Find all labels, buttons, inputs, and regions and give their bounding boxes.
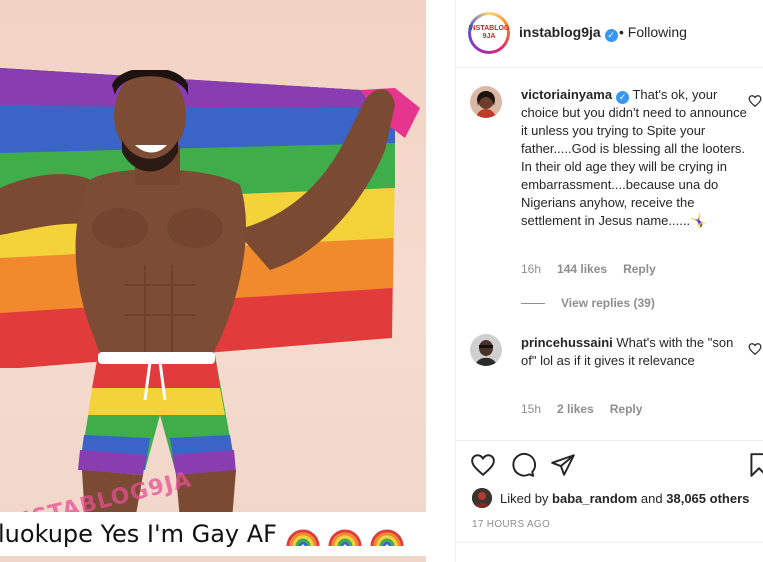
likes-summary: Liked by baba_random and 38,065 others [472,488,749,508]
image-caption-strip: luokupe Yes I'm Gay AF [0,512,426,556]
comment-meta: 15h 2 likes Reply [521,402,642,416]
comment-like-heart-icon[interactable] [748,342,762,356]
comment-meta: 16h 144 likes Reply [521,262,656,276]
liker-avatar[interactable] [472,488,492,508]
comment-reply-button[interactable]: Reply [610,402,643,416]
post-header: INSTABLOG 9JA instablog9ja ✓ • Following [456,0,763,68]
comment-time: 15h [521,402,542,416]
following-button[interactable]: Following [628,24,687,40]
account-username[interactable]: instablog9ja ✓ [519,24,618,42]
view-replies-label[interactable]: View replies (39) [561,296,655,310]
rainbow-icon [286,529,320,546]
commenter-avatar-image [470,334,502,366]
comment-reply-button[interactable]: Reply [623,262,656,276]
comment-username[interactable]: victoriainyama [521,87,612,102]
rainbow-emojis [285,522,405,546]
comment-time: 16h [521,262,542,276]
verified-badge-icon: ✓ [604,29,618,42]
comment-content: victoriainyama ✓ That's ok, your choice b… [521,86,749,230]
account-username-text[interactable]: instablog9ja [519,24,601,40]
post-side-panel: INSTABLOG 9JA instablog9ja ✓ • Following … [456,0,763,562]
comment-likes[interactable]: 144 likes [557,262,607,276]
liked-by-user[interactable]: baba_random [552,491,637,506]
verified-badge-icon: ✓ [616,91,630,104]
rainbow-icon [370,529,404,546]
separator-dot: • [619,24,624,40]
commenter-avatar-image [470,86,502,118]
view-replies-button[interactable]: View replies (39) [521,296,655,310]
post-actions [470,452,763,480]
liked-by-and: and [640,490,663,506]
view-replies-line [521,302,545,304]
heart-icon[interactable] [470,452,496,478]
actions-divider [456,440,763,441]
bookmark-icon[interactable] [746,452,763,478]
follow-status[interactable]: • Following [619,24,687,40]
liker-avatar-image [472,488,492,508]
bottom-divider [456,542,763,543]
account-avatar[interactable]: INSTABLOG 9JA [468,12,510,54]
comment-content: princehussaini What's with the "son of" … [521,334,749,370]
post-image[interactable]: INSTABLOG9JA luokupe Yes I'm Gay AF [0,0,426,562]
share-icon[interactable] [550,452,576,478]
liked-by-others[interactable]: 38,065 others [666,491,749,506]
comment-like-heart-icon[interactable] [748,94,762,108]
account-avatar-logo: INSTABLOG 9JA [469,15,509,51]
image-caption-text: luokupe Yes I'm Gay AF [0,520,277,548]
commenter-avatar[interactable] [470,86,502,118]
comment-likes[interactable]: 2 likes [557,402,594,416]
comment-username[interactable]: princehussaini [521,335,613,350]
rainbow-icon [328,529,362,546]
comment-icon[interactable] [510,452,536,478]
comment-text: That's ok, your choice but you didn't ne… [521,87,747,228]
man-figure [0,70,395,520]
post-timestamp[interactable]: 17 HOURS AGO [472,519,550,530]
commenter-avatar[interactable] [470,334,502,366]
liked-by-prefix: Liked by [500,490,549,506]
